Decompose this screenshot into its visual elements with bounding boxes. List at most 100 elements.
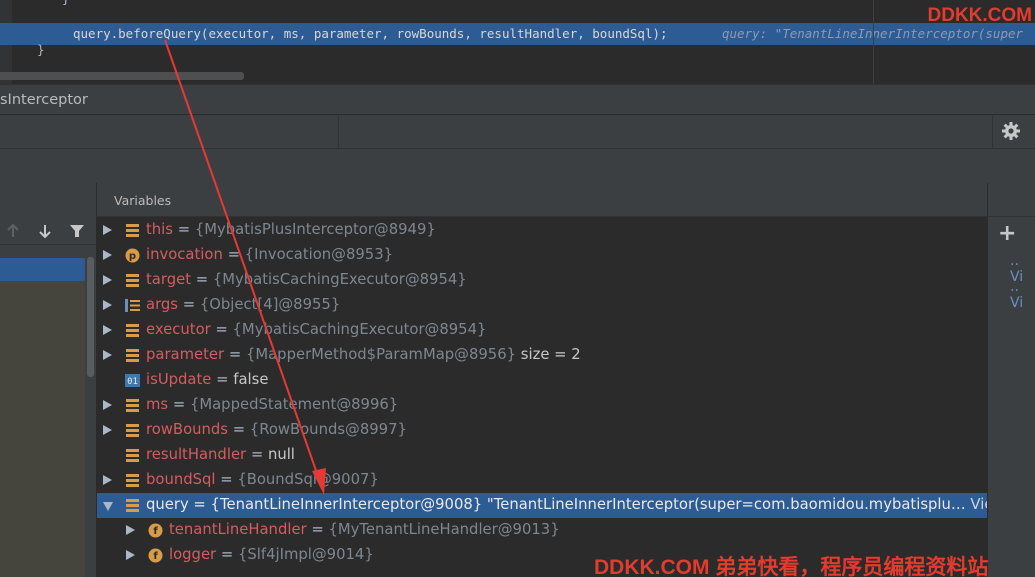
variable-row-target[interactable]: target = {MybatisCachingExecutor@8954} (97, 268, 987, 293)
variable-text: executor = {MybatisCachingExecutor@8954} (146, 321, 486, 338)
variable-text: this = {MybatisPlusInterceptor@8949} (146, 221, 436, 238)
editor-horizontal-scrollbar[interactable] (0, 72, 244, 80)
expand-right-icon[interactable] (103, 475, 112, 485)
variable-value: {TenantLineInnerInterceptor@9008} "Tenan… (210, 496, 966, 513)
toolbar-segment (0, 115, 339, 149)
debug-session-title[interactable]: sInterceptor (0, 92, 88, 108)
debug-tool-window-header: sInterceptor (0, 84, 1035, 114)
variable-name: resultHandler (146, 446, 247, 463)
expand-right-icon[interactable] (126, 525, 135, 535)
debug-toolbar (0, 114, 1035, 149)
svg-text:f: f (153, 551, 158, 562)
frames-scrollbar[interactable] (85, 245, 96, 577)
field-list-icon (125, 473, 140, 488)
variable-row-isUpdate[interactable]: 01 isUpdate = false (97, 368, 987, 393)
frames-list (0, 281, 85, 577)
variable-name: invocation (146, 246, 223, 263)
frames-panel (0, 183, 97, 577)
arrow-down-icon[interactable] (37, 223, 53, 239)
variable-text: tenantLineHandler = {MyTenantLineHandler… (169, 521, 560, 538)
array-icon (125, 298, 140, 313)
equals-sign: = (178, 296, 200, 313)
variable-name: logger (169, 546, 217, 563)
expand-right-icon[interactable] (103, 250, 112, 260)
watches-panel: + .. Vi .. Vi (987, 183, 1035, 577)
svg-text:p: p (129, 251, 136, 262)
variable-row-query[interactable]: query = {TenantLineInnerInterceptor@9008… (97, 493, 1006, 518)
code-line-query[interactable]: query.beforeQuery(executor, ms, paramete… (73, 26, 668, 41)
variable-value: {Invocation@8953} (244, 246, 394, 263)
expand-right-icon[interactable] (103, 425, 112, 435)
variable-row-invocation[interactable]: p invocation = {Invocation@8953} (97, 243, 987, 268)
code-closing-brace: } (37, 42, 45, 57)
variable-row-parameter[interactable]: parameter = {MapperMethod$ParamMap@8956}… (97, 343, 987, 368)
variable-row-rowBounds[interactable]: rowBounds = {RowBounds@8997} (97, 418, 987, 443)
equals-sign: = (216, 546, 238, 563)
equals-sign: = (224, 346, 246, 363)
svg-text:f: f (153, 526, 158, 537)
selected-frame[interactable] (0, 258, 85, 281)
field-list-icon (125, 448, 140, 463)
variable-name: rowBounds (146, 421, 228, 438)
variable-value: {MybatisCachingExecutor@8954} (212, 271, 467, 288)
code-editor[interactable]: } query.beforeQuery(executor, ms, parame… (0, 0, 1035, 84)
variable-text: resultHandler = null (146, 446, 295, 463)
variable-row-this[interactable]: this = {MybatisPlusInterceptor@8949} (97, 218, 987, 243)
variable-name: target (146, 271, 191, 288)
variable-value: false (233, 371, 269, 388)
arrow-up-icon[interactable] (5, 223, 21, 239)
equals-sign: = (227, 421, 250, 438)
variable-text: ms = {MappedStatement@8996} (146, 396, 398, 413)
variables-panel: Variables this = {MybatisPlusInterceptor… (97, 183, 1006, 577)
field-f-icon: f (148, 523, 163, 538)
variable-text: logger = {Slf4jImpl@9014} (169, 546, 374, 563)
variable-row-ms[interactable]: ms = {MappedStatement@8996} (97, 393, 987, 418)
variable-name: boundSql (146, 471, 216, 488)
variable-name: tenantLineHandler (169, 521, 307, 538)
gear-icon[interactable] (1001, 121, 1021, 141)
variable-name: isUpdate (146, 371, 212, 388)
variable-value: {MyTenantLineHandler@9013} (328, 521, 560, 538)
expand-right-icon[interactable] (103, 325, 112, 335)
expand-right-icon[interactable] (103, 300, 112, 310)
variable-row-tenantLineHandler[interactable]: f tenantLineHandler = {MyTenantLineHandle… (97, 518, 987, 543)
equals-sign: = (191, 271, 213, 288)
field-list-icon (125, 223, 140, 238)
expand-down-icon[interactable] (103, 502, 113, 511)
variable-value: {MappedStatement@8996} (189, 396, 399, 413)
variables-title: Variables (114, 193, 172, 208)
expand-right-icon[interactable] (103, 400, 112, 410)
variable-name: executor (146, 321, 211, 338)
variable-name: args (146, 296, 178, 313)
expand-right-icon[interactable] (103, 275, 112, 285)
expand-right-icon[interactable] (103, 225, 112, 235)
variable-row-args[interactable]: args = {Object[4]@8955} (97, 293, 987, 318)
add-watch-icon[interactable]: + (998, 221, 1016, 246)
variable-text: args = {Object[4]@8955} (146, 296, 340, 313)
field-list-icon (125, 348, 140, 363)
expand-right-icon[interactable] (103, 350, 112, 360)
variable-text: boundSql = {BoundSql@9007} (146, 471, 379, 488)
scrollbar-thumb[interactable] (87, 257, 94, 377)
equals-sign: = (173, 221, 195, 238)
boolean-01-icon: 01 (125, 373, 140, 388)
variable-row-executor[interactable]: executor = {MybatisCachingExecutor@8954} (97, 318, 987, 343)
variable-text: target = {MybatisCachingExecutor@8954} (146, 271, 467, 288)
equals-sign: = (222, 246, 245, 263)
filter-icon[interactable] (69, 223, 85, 239)
variable-value: {BoundSql@9007} (237, 471, 379, 488)
watches-tab[interactable] (988, 183, 1035, 217)
field-list-icon (125, 423, 140, 438)
variable-text: invocation = {Invocation@8953} (146, 246, 393, 263)
variable-size: size = 2 (516, 346, 581, 363)
variable-name: parameter (146, 346, 225, 363)
field-list-icon (125, 498, 140, 513)
field-f-icon: f (148, 548, 163, 563)
watch-item[interactable]: .. Vi (1010, 279, 1035, 311)
equals-sign: = (246, 446, 268, 463)
watermark-top: DDKK.COM (927, 5, 1033, 26)
variable-row-boundSql[interactable]: boundSql = {BoundSql@9007} (97, 468, 987, 493)
variable-row-resultHandler[interactable]: resultHandler = null (97, 443, 987, 468)
expand-right-icon[interactable] (126, 550, 135, 560)
variable-value: {RowBounds@8997} (249, 421, 407, 438)
